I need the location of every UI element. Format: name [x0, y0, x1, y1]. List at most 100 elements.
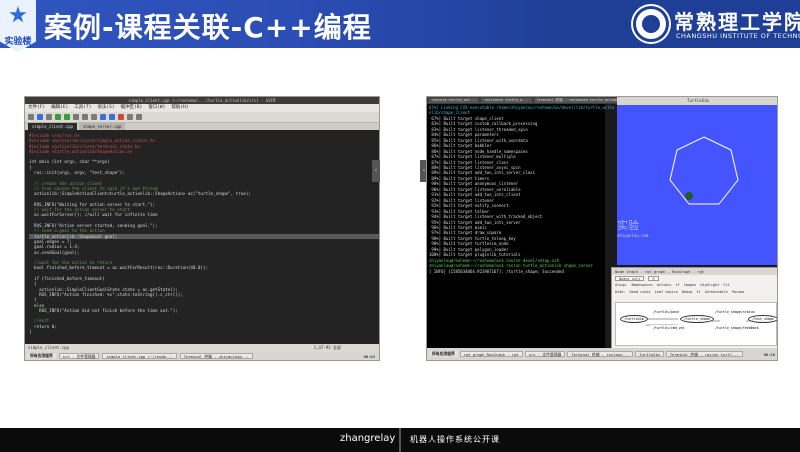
- shiyanlou-watermark-sub: shiyanlou.com: [617, 233, 649, 238]
- graph-option-checkbox[interactable]: Params: [732, 289, 745, 296]
- option-group-label: Hide:: [615, 290, 626, 294]
- gvim-menu-item[interactable]: 缓冲区(B): [121, 104, 143, 112]
- run-icon[interactable]: [127, 114, 133, 120]
- gvim-screenshot: simple_client.cpp (~/roshome/.../turtle_…: [24, 96, 380, 361]
- graph-mode-select[interactable]: Nodes only: [615, 276, 645, 281]
- graph-option-checkbox[interactable]: Actions: [657, 282, 672, 289]
- slide-prev-arrow-icon[interactable]: ‹: [372, 160, 380, 182]
- footer-divider: [399, 428, 401, 452]
- graph-option-checkbox[interactable]: tf: [696, 289, 700, 296]
- paste-icon[interactable]: [91, 114, 97, 120]
- redo-icon[interactable]: [64, 114, 70, 120]
- gvim-menu-item[interactable]: 帮助(H): [171, 104, 188, 112]
- help-icon[interactable]: [136, 114, 142, 120]
- graph-node-turtlesim[interactable]: /turtlesim: [620, 315, 648, 323]
- taskbar-window-button[interactable]: Terminal 终端 - roslaun...: [567, 351, 634, 357]
- taskbar-window-button[interactable]: simple_client.cpp (~/rosde...: [102, 353, 177, 359]
- footer-course: 机器人操作系统公开课: [410, 435, 500, 444]
- lab-tag: 实验楼: [0, 0, 36, 52]
- star-icon: [9, 6, 27, 23]
- graph-option-checkbox[interactable]: Images: [684, 282, 697, 289]
- graph-option-checkbox[interactable]: tf: [676, 282, 680, 289]
- taskbar-window-button[interactable]: Terminal 终端 - zhiyanleub...: [179, 353, 253, 359]
- school-seal-icon: [633, 6, 669, 42]
- status-position: 1,47-93 全部: [313, 345, 341, 350]
- gvim-toolbar: [25, 112, 379, 123]
- gvim-menu-item[interactable]: 编辑(E): [51, 104, 68, 112]
- gvim-menu-item[interactable]: 文件(F): [28, 104, 45, 112]
- turtle-icon: [685, 192, 693, 200]
- left-taskbar: 所有应用程序 src - 文件管理器 simple_client.cpp (~/ro…: [25, 352, 379, 360]
- code-editor[interactable]: #include <ros/ros.h> #include <actionlib/…: [25, 130, 379, 346]
- gvim-tab-simple-client[interactable]: simple_client.cpp: [28, 123, 77, 130]
- option-group-label: Group:: [615, 283, 628, 287]
- terminal-output[interactable]: 67%] Linking CXX executable /home/zhiyan…: [427, 104, 614, 348]
- taskbar-window-button[interactable]: TurtleSim: [635, 351, 664, 357]
- turtlesim-canvas: [669, 136, 739, 205]
- heptagon-path: [669, 136, 739, 205]
- start-menu-button[interactable]: 所有应用程序: [27, 353, 56, 359]
- rqt-filter-row: Nodes only ⟳: [612, 275, 777, 282]
- taskbar-window-button[interactable]: rqt_graph_RosGraph - rqt: [459, 351, 523, 357]
- taskbar-window-button[interactable]: src - 文件管理器: [524, 351, 566, 357]
- code-line: }: [29, 328, 32, 334]
- rqt-graph-window: Node Graph - rqt_graph - RosGraph - rqt …: [611, 267, 777, 349]
- gvim-menu-bar: 文件(F) 编辑(E) 工具(T) 语法(S) 缓冲区(B) 窗口(W) 帮助(H): [25, 104, 379, 112]
- print-icon[interactable]: [46, 114, 52, 120]
- gvim-tab-shape-server[interactable]: shape_server.cpp: [78, 123, 126, 130]
- gvim-title-bar: simple_client.cpp (~/roshome/.../turtle_…: [25, 97, 379, 104]
- rqt-graph-title: Node Graph - rqt_graph - RosGraph - rqt: [612, 268, 777, 275]
- find-icon[interactable]: [100, 114, 106, 120]
- make-icon[interactable]: [118, 114, 124, 120]
- rqt-graph-canvas[interactable]: /turtlesim /turtle1/pose /turtle1/cmd_ve…: [615, 302, 777, 346]
- graph-option-checkbox[interactable]: Debug: [682, 289, 693, 296]
- terminal-line: zhiyanlou@roshome:~/roshome/ws$ rosrun t…: [429, 263, 593, 269]
- gvim-menu-item[interactable]: 窗口(W): [148, 104, 165, 112]
- school-logo-cn: 常熟理工学院: [674, 10, 800, 34]
- graph-topic-pose: /turtle1/pose: [650, 309, 682, 315]
- slide: 实验楼 案例-课程关联-C++编程 常熟理工学院 CHANGSHU INSTIT…: [0, 0, 800, 452]
- graph-topic-cmd-vel: /turtle1/cmd_vel: [650, 325, 688, 331]
- save-icon[interactable]: [37, 114, 43, 120]
- graph-node-test-shape[interactable]: /test_shape: [748, 315, 777, 323]
- refresh-icon[interactable]: ⟳: [648, 276, 660, 281]
- right-taskbar: 所有应用程序 rqt_graph_RosGraph - rqt src - 文件管理…: [427, 348, 777, 360]
- school-logo-en: CHANGSHU INSTITUTE OF TECHNOLOGY: [676, 32, 800, 40]
- ros-desktop-screenshot: roscore turtle_act... roslaunch turtle_a.…: [426, 96, 778, 361]
- gvim-status-line: simple_client.cpp 1,47-93 全部: [25, 344, 379, 352]
- graph-node-turtle-shape[interactable]: /turtle_shape: [680, 315, 714, 323]
- graph-option-checkbox[interactable]: Highlight: [700, 282, 719, 289]
- cut-icon[interactable]: [73, 114, 79, 120]
- terminal-line: [ INFO] [1585034064.923987167]: /turtle_…: [429, 268, 564, 274]
- graph-option-checkbox[interactable]: Unreachable: [705, 289, 728, 296]
- terminal-tab[interactable]: roscore turtle_act...: [429, 98, 480, 103]
- taskbar-clock: 08:04: [363, 353, 375, 359]
- footer-author: zhangrelay: [340, 433, 396, 444]
- graph-option-checkbox[interactable]: Fit: [723, 282, 729, 289]
- slide-title: 案例-课程关联-C++编程: [44, 11, 372, 44]
- graph-topic-feedback: /turtle_shape/feedback: [712, 325, 762, 331]
- terminal-tab[interactable]: roslaunch turtle_a...: [481, 98, 532, 103]
- taskbar-window-button[interactable]: src - 文件管理器: [58, 353, 100, 359]
- gvim-menu-item[interactable]: 语法(S): [97, 104, 114, 112]
- replace-icon[interactable]: [109, 114, 115, 120]
- graph-option-checkbox[interactable]: Dead sinks: [630, 289, 651, 296]
- taskbar-clock: 08:26: [763, 351, 775, 357]
- undo-icon[interactable]: [55, 114, 61, 120]
- lab-tag-label: 实验楼: [4, 37, 32, 47]
- gvim-menu-item[interactable]: 工具(T): [74, 104, 91, 112]
- turtlesim-window: TurtleSim: [617, 97, 777, 265]
- shiyanlou-watermark: 实验: [617, 219, 639, 232]
- gvim-tab-bar: simple_client.cpp shape_server.cpp: [25, 123, 379, 130]
- rqt-group-options: Group: Namespaces Actions tf Images Highlight…: [612, 282, 777, 289]
- taskbar-window-button[interactable]: Terminal 终端 - rosrun turtl...: [665, 351, 744, 357]
- copy-icon[interactable]: [82, 114, 88, 120]
- turtlesim-title: TurtleSim: [617, 97, 777, 105]
- graph-topic-status: /turtle_shape/status: [712, 309, 758, 315]
- graph-option-checkbox[interactable]: Namespaces: [632, 282, 653, 289]
- status-file: simple_client.cpp: [28, 345, 69, 350]
- graph-option-checkbox[interactable]: Leaf topics: [655, 289, 678, 296]
- open-icon[interactable]: [28, 114, 34, 120]
- start-menu-button[interactable]: 所有应用程序: [429, 351, 458, 357]
- rqt-hide-options: Hide: Dead sinks Leaf topics Debug tf Unreach…: [612, 289, 777, 296]
